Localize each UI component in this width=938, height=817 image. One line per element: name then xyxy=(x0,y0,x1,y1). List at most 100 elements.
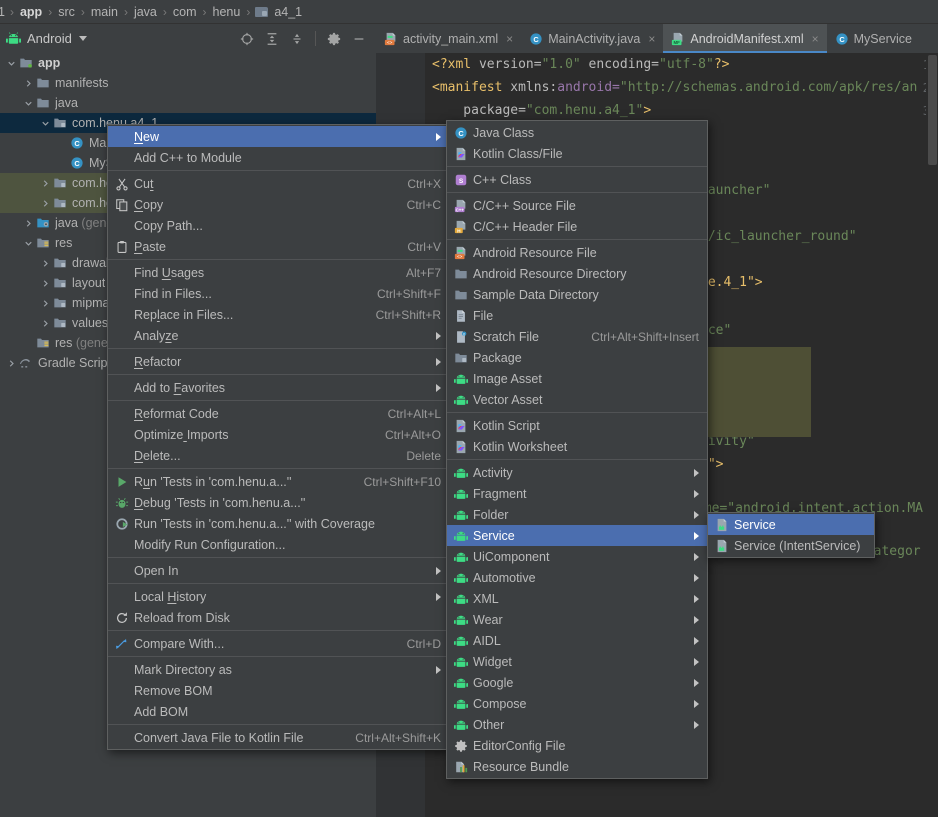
menu-item-debug-tests-in-com-henu-a[interactable]: Debug 'Tests in 'com.henu.a...'' xyxy=(108,492,449,513)
settings-gear-icon[interactable] xyxy=(327,32,341,46)
select-opened-file-icon[interactable] xyxy=(240,32,254,46)
menu-item-activity[interactable]: Activity xyxy=(447,462,707,483)
menu-item-editorconfig-file[interactable]: EditorConfig File xyxy=(447,735,707,756)
menu-item-copy-path[interactable]: Copy Path... xyxy=(108,215,449,236)
menu-item-android-resource-file[interactable]: <> Android Resource File xyxy=(447,242,707,263)
chevron-down-icon[interactable] xyxy=(40,118,51,129)
chevron-right-icon[interactable] xyxy=(40,318,51,329)
new-submenu[interactable]: C Java Class Kotlin Class/File S C++ Class C+… xyxy=(446,120,708,779)
menu-item-folder[interactable]: Folder xyxy=(447,504,707,525)
close-icon[interactable]: × xyxy=(812,32,819,46)
menu-item-convert-java-file-to-kotlin-file[interactable]: Convert Java File to Kotlin File Ctrl+Alt… xyxy=(108,727,449,748)
breadcrumb-item-main[interactable]: main xyxy=(90,5,119,19)
menu-item-remove-bom[interactable]: Remove BOM xyxy=(108,680,449,701)
menu-item-replace-in-files[interactable]: Replace in Files... Ctrl+Shift+R xyxy=(108,304,449,325)
menu-item-modify-run-configuration[interactable]: Modify Run Configuration... xyxy=(108,534,449,555)
menu-item-google[interactable]: Google xyxy=(447,672,707,693)
menu-item-service[interactable]: Service xyxy=(708,514,874,535)
menu-item-service[interactable]: Service xyxy=(447,525,707,546)
menu-item-service-intentservice[interactable]: Service (IntentService) xyxy=(708,535,874,556)
breadcrumb-item-a4-1[interactable]: a4_1 xyxy=(255,5,303,19)
menu-item-c-class[interactable]: S C++ Class xyxy=(447,169,707,190)
menu-item-c-c-header-file[interactable]: H C/C++ Header File xyxy=(447,216,707,237)
menu-item-java-class[interactable]: C Java Class xyxy=(447,122,707,143)
menu-item-fragment[interactable]: Fragment xyxy=(447,483,707,504)
breadcrumb-item-java[interactable]: java xyxy=(133,5,158,19)
close-icon[interactable]: × xyxy=(648,32,655,46)
menu-item-reload-from-disk[interactable]: Reload from Disk xyxy=(108,607,449,628)
editor-tab-myservice[interactable]: C MyService xyxy=(827,24,920,53)
breadcrumb-item-src[interactable]: src xyxy=(57,5,76,19)
menu-item-kotlin-script[interactable]: Kotlin Script xyxy=(447,415,707,436)
menu-item-compose[interactable]: Compose xyxy=(447,693,707,714)
menu-item-package[interactable]: Package xyxy=(447,347,707,368)
chevron-right-icon[interactable] xyxy=(40,178,51,189)
menu-item-find-usages[interactable]: Find Usages Alt+F7 xyxy=(108,262,449,283)
chevron-right-icon[interactable] xyxy=(40,198,51,209)
menu-item-reformat-code[interactable]: Reformat Code Ctrl+Alt+L xyxy=(108,403,449,424)
tree-item-manifests[interactable]: manifests xyxy=(0,73,376,93)
menu-item-image-asset[interactable]: Image Asset xyxy=(447,368,707,389)
menu-item-cut[interactable]: Cut Ctrl+X xyxy=(108,173,449,194)
close-icon[interactable]: × xyxy=(506,32,513,46)
editor-scrollbar-thumb[interactable] xyxy=(928,55,937,165)
menu-item-uicomponent[interactable]: UiComponent xyxy=(447,546,707,567)
menu-item-run-tests-in-com-henu-a-with-coverage[interactable]: Run 'Tests in 'com.henu.a...'' with Cove… xyxy=(108,513,449,534)
hide-panel-icon[interactable] xyxy=(352,32,366,46)
menu-item-add-to-favorites[interactable]: Add to Favorites xyxy=(108,377,449,398)
menu-item-widget[interactable]: Widget xyxy=(447,651,707,672)
service-submenu[interactable]: Service Service (IntentService) xyxy=(707,512,875,558)
menu-item-find-in-files[interactable]: Find in Files... Ctrl+Shift+F xyxy=(108,283,449,304)
chevron-right-icon[interactable] xyxy=(23,218,34,229)
chevron-down-icon[interactable] xyxy=(23,238,34,249)
menu-item-vector-asset[interactable]: Vector Asset xyxy=(447,389,707,410)
menu-item-kotlin-worksheet[interactable]: Kotlin Worksheet xyxy=(447,436,707,457)
menu-item-paste[interactable]: Paste Ctrl+V xyxy=(108,236,449,257)
breadcrumb-item-app[interactable]: app xyxy=(19,5,43,19)
collapse-all-icon[interactable] xyxy=(290,32,304,46)
menu-item-add-bom[interactable]: Add BOM xyxy=(108,701,449,722)
menu-item-analyze[interactable]: Analyze xyxy=(108,325,449,346)
chevron-right-icon[interactable] xyxy=(40,258,51,269)
menu-item-add-c-to-module[interactable]: Add C++ to Module xyxy=(108,147,449,168)
menu-item-c-c-source-file[interactable]: C++ C/C++ Source File xyxy=(447,195,707,216)
menu-item-copy[interactable]: Copy Ctrl+C xyxy=(108,194,449,215)
tree-item-java[interactable]: java xyxy=(0,93,376,113)
editor-scrollbar[interactable] xyxy=(926,53,938,817)
menu-item-sample-data-directory[interactable]: Sample Data Directory xyxy=(447,284,707,305)
menu-item-aidl[interactable]: AIDL xyxy=(447,630,707,651)
menu-item-resource-bundle[interactable]: Resource Bundle xyxy=(447,756,707,777)
chevron-right-icon[interactable] xyxy=(6,358,17,369)
menu-item-refactor[interactable]: Refactor xyxy=(108,351,449,372)
menu-item-compare-with[interactable]: Compare With... Ctrl+D xyxy=(108,633,449,654)
menu-item-mark-directory-as[interactable]: Mark Directory as xyxy=(108,659,449,680)
tree-item-app[interactable]: app xyxy=(0,53,376,73)
chevron-down-icon[interactable] xyxy=(23,98,34,109)
editor-tab-mainactivity-java[interactable]: C MainActivity.java × xyxy=(521,24,663,53)
chevron-right-icon[interactable] xyxy=(40,298,51,309)
menu-item-kotlin-class-file[interactable]: Kotlin Class/File xyxy=(447,143,707,164)
chevron-down-icon[interactable] xyxy=(78,36,87,41)
expand-all-icon[interactable] xyxy=(265,32,279,46)
menu-item-file[interactable]: File xyxy=(447,305,707,326)
menu-item-scratch-file[interactable]: 6 Scratch File Ctrl+Alt+Shift+Insert xyxy=(447,326,707,347)
menu-item-other[interactable]: Other xyxy=(447,714,707,735)
menu-item-android-resource-directory[interactable]: Android Resource Directory xyxy=(447,263,707,284)
editor-tab-androidmanifest-xml[interactable]: MF AndroidManifest.xml × xyxy=(663,24,827,53)
menu-item-local-history[interactable]: Local History xyxy=(108,586,449,607)
breadcrumb-item-com[interactable]: com xyxy=(172,5,198,19)
menu-item-open-in[interactable]: Open In xyxy=(108,560,449,581)
project-context-menu[interactable]: New Add C++ to Module Cut Ctrl+X Copy Ctrl+C C… xyxy=(107,124,450,750)
chevron-right-icon[interactable] xyxy=(23,78,34,89)
chevron-down-icon[interactable] xyxy=(6,58,17,69)
menu-item-optimize-imports[interactable]: Optimize Imports Ctrl+Alt+O xyxy=(108,424,449,445)
breadcrumb-item-henu[interactable]: henu xyxy=(212,5,242,19)
chevron-right-icon[interactable] xyxy=(40,278,51,289)
editor-tab-activity-main-xml[interactable]: <> activity_main.xml × xyxy=(376,24,521,53)
menu-item-wear[interactable]: Wear xyxy=(447,609,707,630)
menu-item-automotive[interactable]: Automotive xyxy=(447,567,707,588)
menu-item-new[interactable]: New xyxy=(108,126,449,147)
menu-item-run-tests-in-com-henu-a[interactable]: Run 'Tests in 'com.henu.a...'' Ctrl+Shift… xyxy=(108,471,449,492)
menu-item-delete[interactable]: Delete... Delete xyxy=(108,445,449,466)
menu-item-xml[interactable]: XML xyxy=(447,588,707,609)
